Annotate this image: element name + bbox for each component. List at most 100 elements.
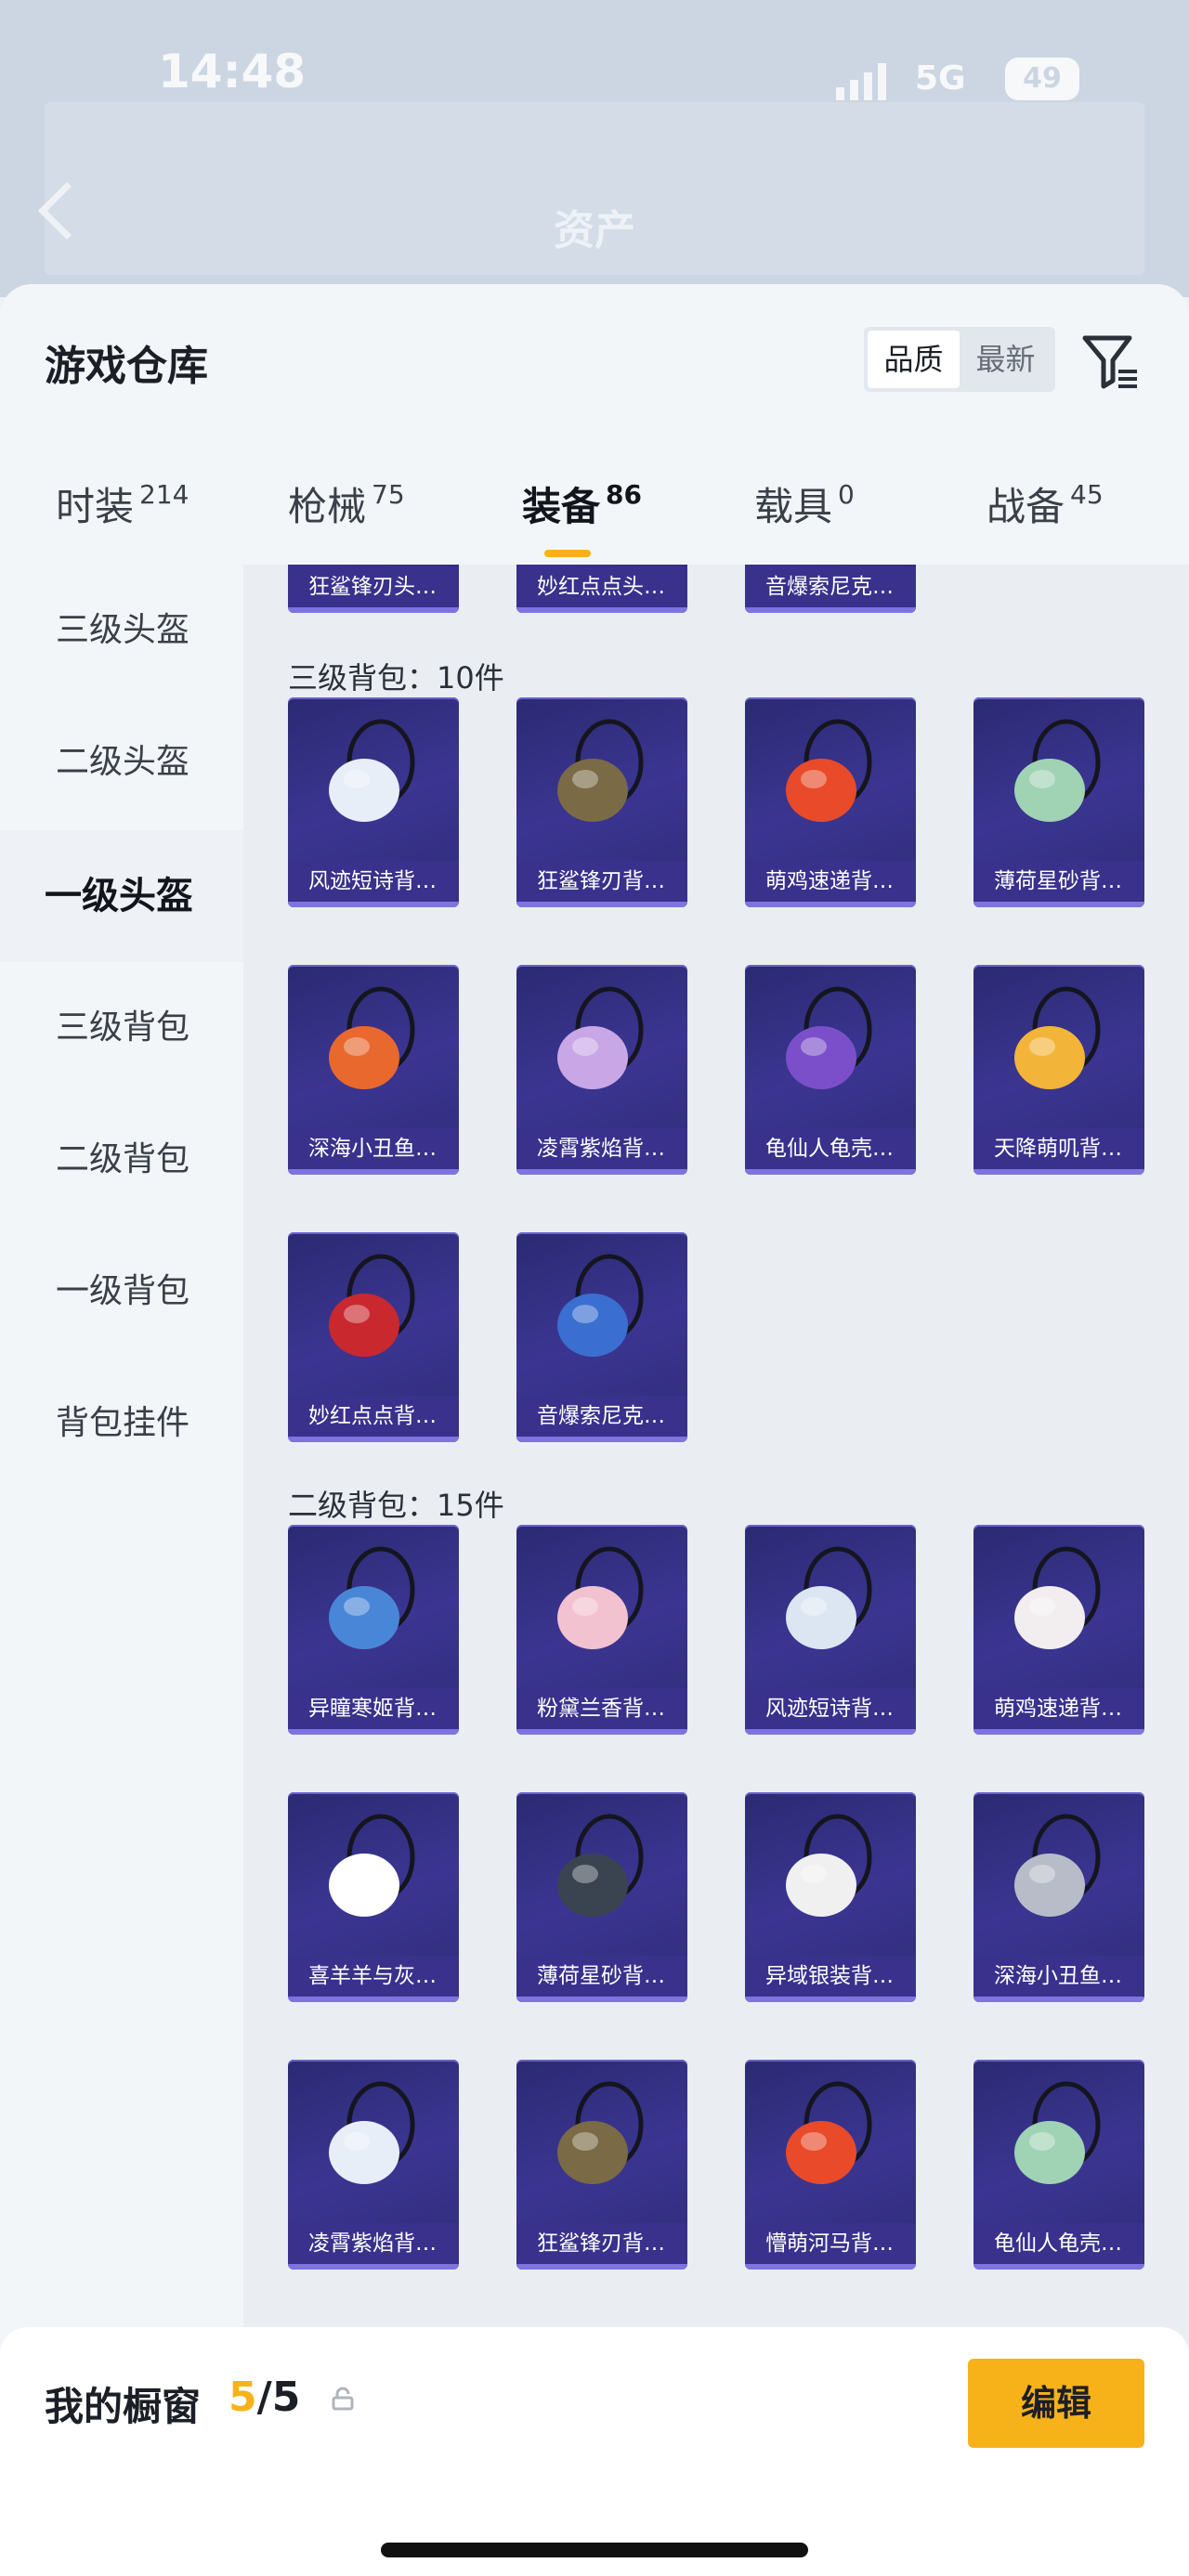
item-name: 凌霄紫焰背… (516, 1128, 687, 1169)
app-header-title: 资产 (554, 207, 635, 254)
app-header-dimmed: 14:48 5G 49 资产 (0, 0, 1189, 297)
item-name: 龟仙人龟壳… (973, 2223, 1144, 2264)
rarity-bar (745, 2264, 916, 2270)
sort-option-newest[interactable]: 最新 (960, 331, 1052, 388)
item-name: 萌鸡速递背… (745, 861, 916, 902)
sidebar-item-lv2-backpack[interactable]: 二级背包 (0, 1094, 243, 1226)
item-thumbnail (288, 1525, 459, 1692)
section-title-lv3-backpack: 三级背包：10件 (288, 660, 504, 696)
item-name: 喜羊羊与灰… (288, 1956, 459, 1997)
item-name: 薄荷星砂背… (973, 861, 1144, 902)
rarity-bar (288, 607, 459, 613)
item-card[interactable]: 音爆索尼克… (516, 1232, 687, 1442)
item-thumbnail (288, 1792, 459, 1959)
item-card[interactable]: 龟仙人龟壳… (973, 2060, 1144, 2270)
item-thumbnail (745, 2060, 916, 2227)
item-card[interactable]: 风迹短诗背… (288, 697, 459, 907)
item-thumbnail (288, 2060, 459, 2227)
item-card[interactable]: 凌霄紫焰背… (288, 2060, 459, 2270)
item-card[interactable]: 风迹短诗背… (745, 1525, 916, 1735)
rarity-bar (288, 1437, 459, 1442)
sidebar-item-lv2-helmet[interactable]: 二级头盔 (0, 696, 243, 828)
item-name: 异域银装背… (745, 1956, 916, 1997)
rarity-bar (973, 2264, 1144, 2270)
item-name: 萌鸡速递背… (973, 1688, 1144, 1729)
item-thumbnail (288, 965, 459, 1132)
sidebar-item-lv3-helmet[interactable]: 三级头盔 (0, 565, 243, 696)
lock-icon (332, 2387, 354, 2411)
item-card[interactable]: 狂鲨锋刃背… (516, 2060, 687, 2270)
item-thumbnail (745, 1792, 916, 1959)
edit-showcase-button[interactable]: 编辑 (968, 2359, 1144, 2448)
item-card[interactable]: 懵萌河马背… (745, 2060, 916, 2270)
item-card[interactable]: 薄荷星砂背… (516, 1792, 687, 2002)
tab-active-indicator (544, 550, 591, 557)
item-name: 龟仙人龟壳… (745, 1128, 916, 1169)
item-thumbnail (973, 1792, 1144, 1959)
item-thumbnail (973, 1525, 1144, 1692)
item-card[interactable]: 萌鸡速递背… (973, 1525, 1144, 1735)
item-name: 音爆索尼克… (745, 566, 916, 607)
rarity-bar (288, 1729, 459, 1735)
item-card[interactable]: 萌鸡速递背… (745, 697, 916, 907)
item-card[interactable]: 喜羊羊与灰… (288, 1792, 459, 2002)
item-card[interactable]: 深海小丑鱼… (973, 1792, 1144, 2002)
item-name: 妙红点点头… (516, 566, 687, 607)
item-name: 深海小丑鱼… (973, 1956, 1144, 1997)
rarity-bar (516, 1997, 687, 2002)
sidebar-item-backpack-charm[interactable]: 背包挂件 (0, 1358, 243, 1490)
item-name: 天降萌叽背… (973, 1128, 1144, 1169)
item-card[interactable]: 龟仙人龟壳… (745, 965, 916, 1175)
item-card[interactable]: 天降萌叽背… (973, 965, 1144, 1175)
rarity-bar (973, 1997, 1144, 2002)
item-thumbnail (973, 697, 1144, 865)
status-time: 14:48 (158, 45, 307, 98)
item-card[interactable]: 狂鲨锋刃背… (516, 697, 687, 907)
signal-icon (836, 63, 886, 100)
my-showcase-bar: 我的橱窗 5/5 编辑 (0, 2327, 1189, 2576)
rarity-bar (745, 902, 916, 907)
item-name: 狂鲨锋刃背… (516, 861, 687, 902)
item-thumbnail (745, 697, 916, 865)
rarity-bar (973, 902, 1144, 907)
item-name: 深海小丑鱼… (288, 1128, 459, 1169)
item-card[interactable]: 深海小丑鱼… (288, 965, 459, 1175)
sort-option-quality[interactable]: 品质 (868, 331, 960, 388)
item-thumbnail (516, 1525, 687, 1692)
rarity-bar (745, 1729, 916, 1735)
sidebar-item-lv1-backpack[interactable]: 一级背包 (0, 1226, 243, 1358)
rarity-bar (516, 902, 687, 907)
item-name: 懵萌河马背… (745, 2223, 916, 2264)
rarity-bar (516, 1169, 687, 1175)
item-name: 狂鲨锋刃背… (516, 2223, 687, 2264)
sheet-title: 游戏仓库 (45, 343, 208, 390)
item-card[interactable]: 妙红点点头… (516, 565, 687, 613)
network-type: 5G (915, 59, 966, 98)
rarity-bar (516, 1437, 687, 1442)
item-card[interactable]: 薄荷星砂背… (973, 697, 1144, 907)
battery-indicator: 49 (1005, 58, 1079, 100)
rarity-bar (516, 1729, 687, 1735)
sidebar-item-lv3-backpack[interactable]: 三级背包 (0, 962, 243, 1094)
item-card[interactable]: 狂鲨锋刃头… (288, 565, 459, 613)
item-card[interactable]: 音爆索尼克… (745, 565, 916, 613)
item-card[interactable]: 异瞳寒姬背… (288, 1525, 459, 1735)
rarity-bar (288, 902, 459, 907)
showcase-count: 5/5 (229, 2374, 301, 2421)
item-card[interactable]: 粉黛兰香背… (516, 1525, 687, 1735)
rarity-bar (288, 1997, 459, 2002)
section-title-lv2-backpack: 二级背包：15件 (288, 1488, 504, 1523)
sidebar-item-lv1-helmet[interactable]: 一级头盔 (0, 830, 243, 962)
item-name: 妙红点点背… (288, 1396, 459, 1437)
item-thumbnail (745, 1525, 916, 1692)
rarity-bar (288, 1169, 459, 1175)
item-grid: 狂鲨锋刃头… 妙红点点头… 音爆索尼克… 风迹短诗背… 狂鲨锋刃背… 萌鸡速递背… 薄荷星砂… (243, 565, 1189, 2576)
rarity-bar (745, 1169, 916, 1175)
item-card[interactable]: 异域银装背… (745, 1792, 916, 2002)
rarity-bar (745, 1997, 916, 2002)
item-card[interactable]: 凌霄紫焰背… (516, 965, 687, 1175)
item-card[interactable]: 妙红点点背… (288, 1232, 459, 1442)
filter-funnel-icon[interactable] (1078, 329, 1143, 394)
showcase-label: 我的橱窗 (45, 2384, 202, 2429)
item-name: 风迹短诗背… (288, 861, 459, 902)
